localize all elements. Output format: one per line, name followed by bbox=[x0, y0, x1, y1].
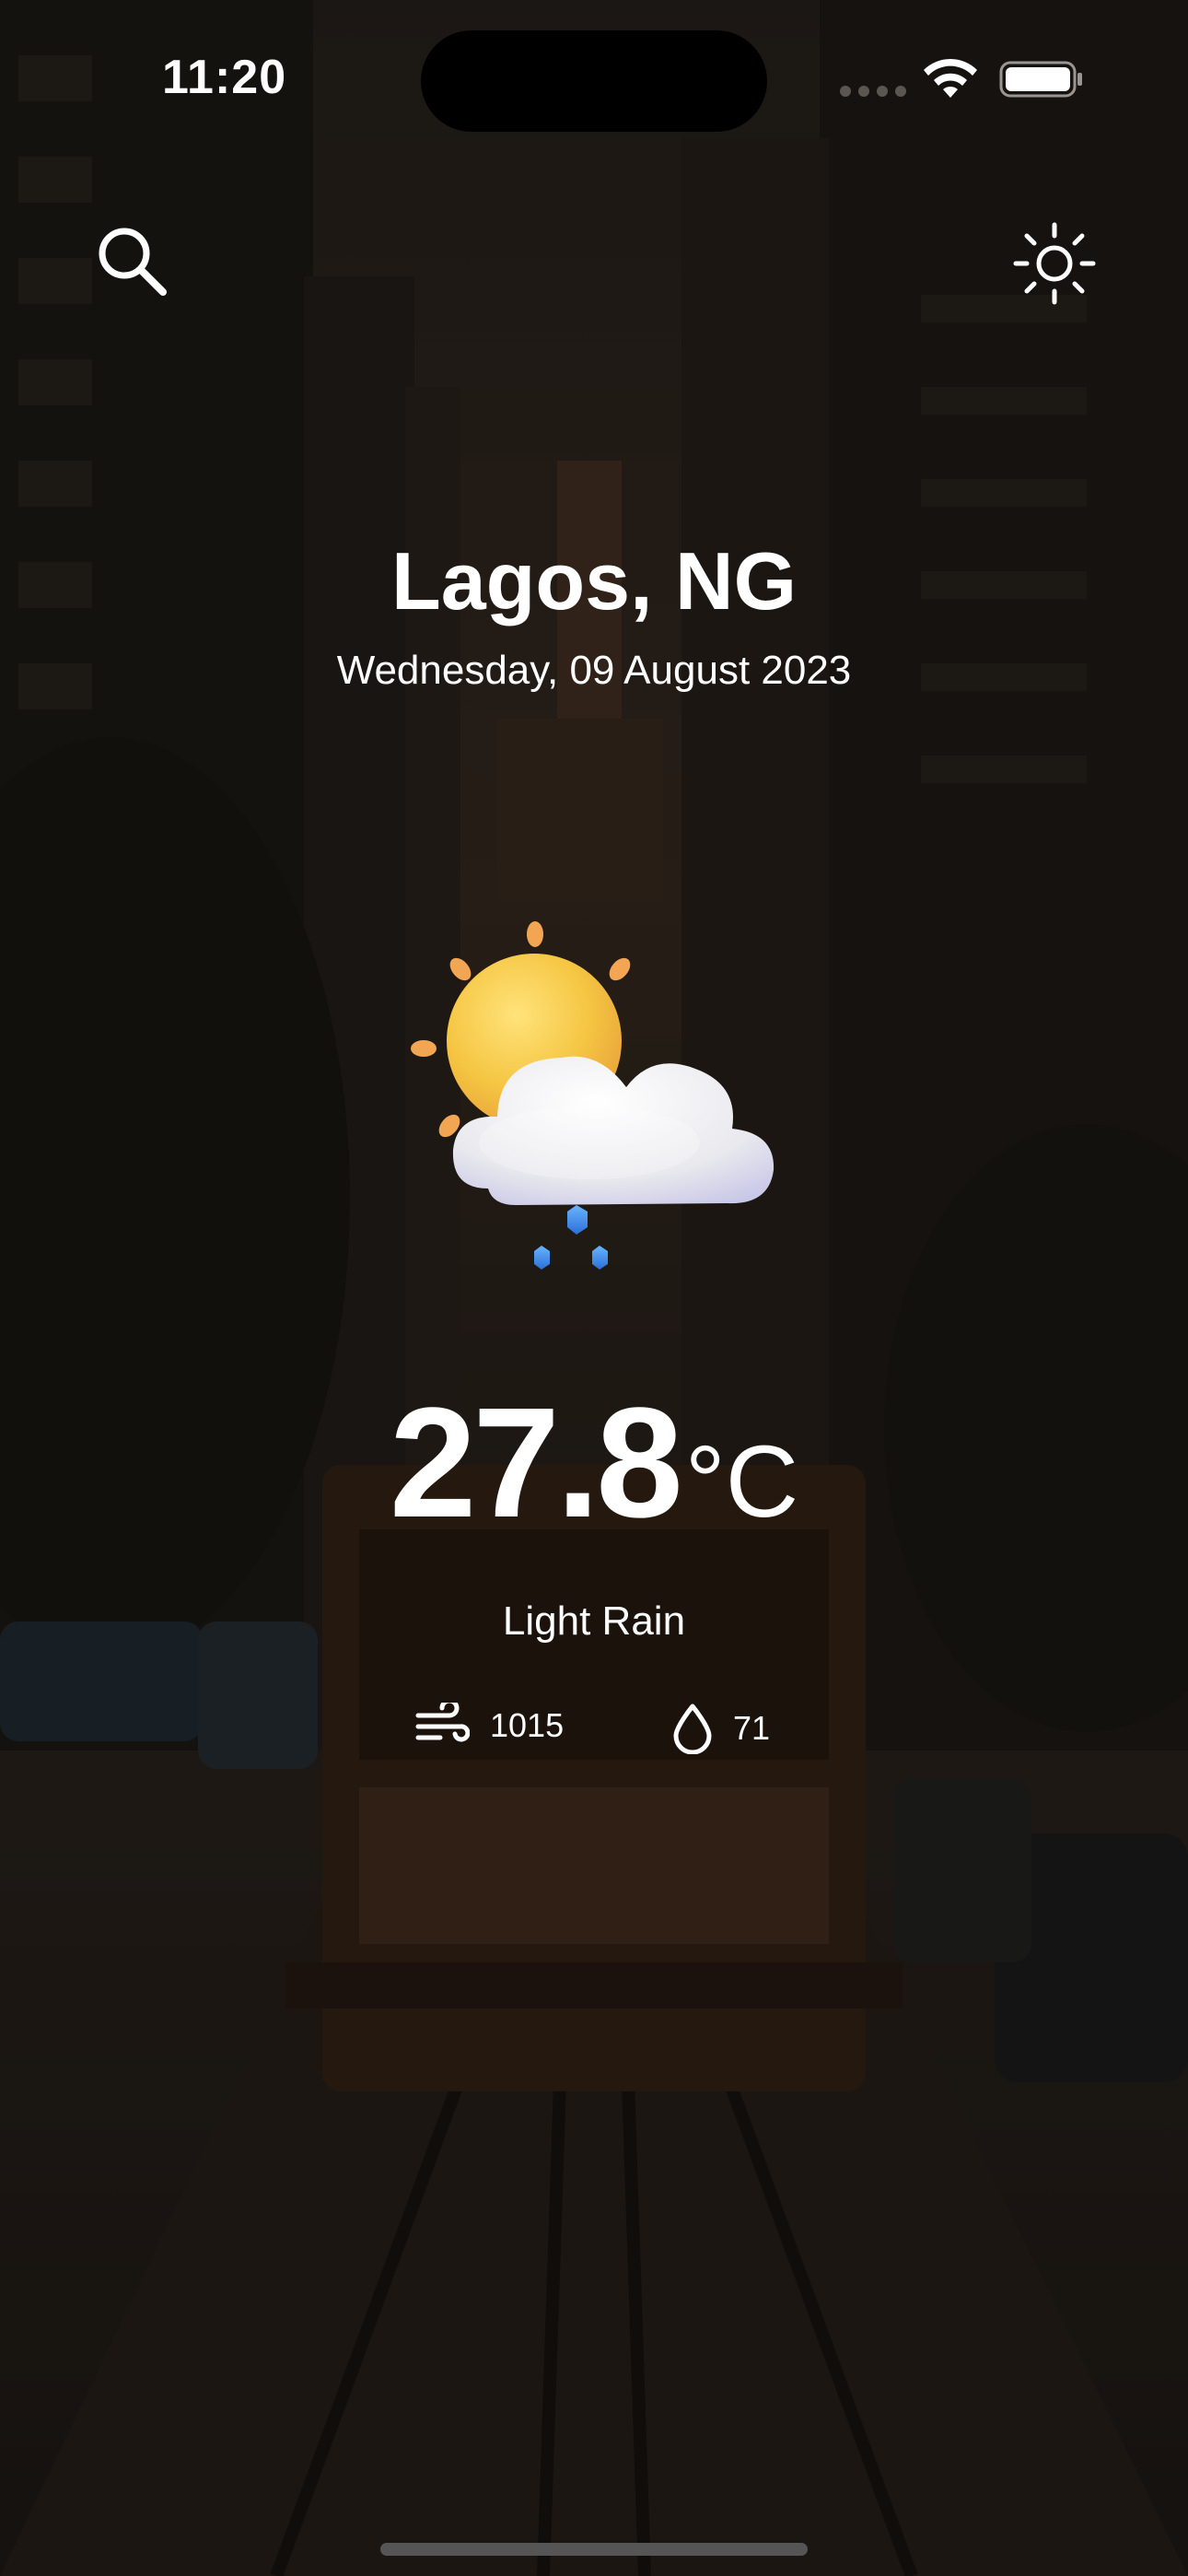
theme-toggle-button[interactable] bbox=[1008, 217, 1101, 310]
humidity-stat: 71 bbox=[672, 1703, 770, 1754]
search-button[interactable] bbox=[86, 215, 178, 307]
pressure-value: 1015 bbox=[490, 1706, 565, 1744]
droplet-icon bbox=[673, 1704, 712, 1754]
weather-condition: Light Rain bbox=[502, 1598, 686, 1644]
signal-icon bbox=[840, 86, 906, 97]
temperature-value: 27.8 bbox=[389, 1376, 683, 1551]
status-time: 11:20 bbox=[162, 51, 287, 104]
city-name: Lagos, NG bbox=[390, 535, 798, 626]
sun-icon bbox=[1013, 222, 1096, 305]
home-indicator[interactable] bbox=[380, 2543, 808, 2556]
pressure-stat: 1015 bbox=[414, 1703, 564, 1749]
weather-stats: 1015 71 bbox=[0, 1697, 1188, 1762]
wifi-icon bbox=[924, 58, 977, 98]
temperature-unit: °C bbox=[684, 1425, 799, 1539]
battery-icon bbox=[999, 61, 1082, 98]
current-date: Wednesday, 09 August 2023 bbox=[336, 648, 852, 693]
temperature: 27.8°C bbox=[0, 1373, 1188, 1553]
status-bar: 11:20 bbox=[0, 0, 1188, 157]
dynamic-island bbox=[421, 30, 767, 132]
search-icon bbox=[99, 228, 167, 296]
wind-icon bbox=[415, 1703, 470, 1742]
sun-cloud-rain-icon bbox=[396, 912, 810, 1299]
humidity-value: 71 bbox=[733, 1709, 771, 1747]
